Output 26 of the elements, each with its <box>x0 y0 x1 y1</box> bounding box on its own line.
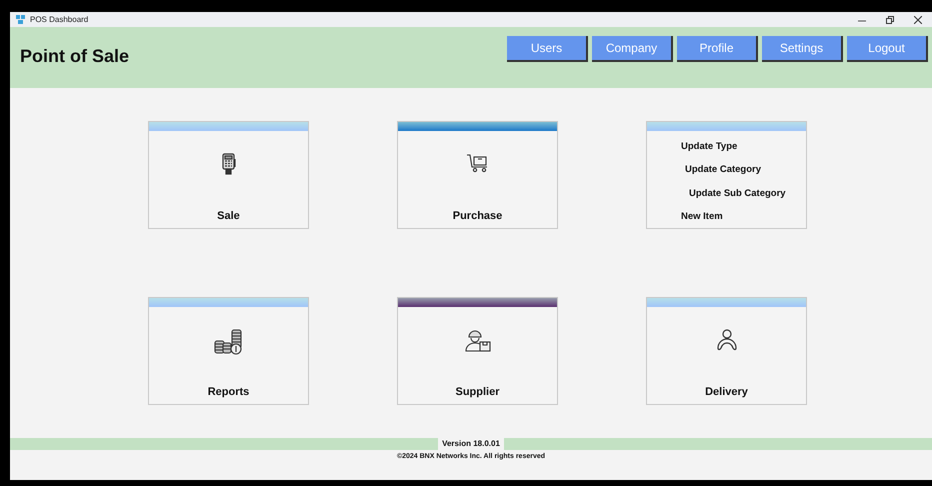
menu-link[interactable]: Update Type <box>681 141 738 152</box>
menu-link[interactable]: Update Sub Category <box>689 188 786 199</box>
person-icon <box>714 329 738 351</box>
coins-icon <box>214 329 244 355</box>
cart-icon <box>466 153 490 173</box>
card-terminal-icon <box>222 153 236 175</box>
dashboard-tile[interactable]: Delivery <box>646 297 807 405</box>
dashboard-tile[interactable]: Purchase <box>397 121 558 229</box>
app-icon <box>16 15 25 24</box>
restore-icon[interactable] <box>886 16 894 24</box>
dashboard-tile[interactable]: Update Type Update Category Update Sub Category New Item <box>646 121 807 229</box>
window-title: POS Dashboard <box>30 15 90 24</box>
worker-icon <box>464 329 492 353</box>
tile-label: Reports <box>208 386 250 398</box>
app-title: Point of Sale <box>20 46 130 67</box>
tile-label: Purchase <box>452 210 502 222</box>
menu-link[interactable]: New Item <box>681 210 723 222</box>
tile-label: Supplier <box>455 386 500 398</box>
tile-label: Delivery <box>705 386 748 398</box>
menu-link[interactable]: Update Category <box>685 164 762 176</box>
close-icon[interactable] <box>914 16 922 24</box>
dashboard-tile[interactable]: Reports <box>148 297 309 405</box>
dashboard-tile[interactable]: Sale <box>148 121 309 229</box>
tile-label: Sale <box>217 210 240 222</box>
version-label: Version 18.0.01 <box>438 438 504 450</box>
dashboard-tile[interactable]: Supplier <box>397 297 558 405</box>
